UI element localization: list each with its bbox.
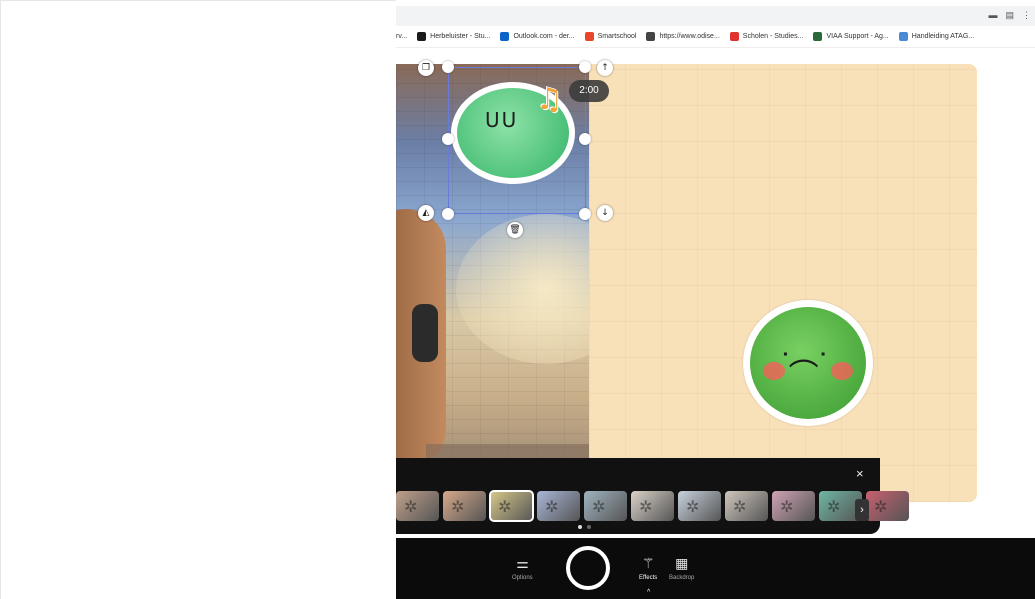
filter-thumbnail[interactable]: ✲ xyxy=(866,491,909,521)
more-icon[interactable]: ⋮ xyxy=(1022,10,1031,21)
resize-handle-top-right[interactable] xyxy=(579,61,591,73)
bookmark-item[interactable]: https://www.odise... xyxy=(646,32,720,41)
sticker-worried-face[interactable]: ᐧ︵ᐧ xyxy=(743,300,873,426)
backdrop-button[interactable]: ▦ Backdrop xyxy=(669,556,694,581)
bookmark-label: Outlook.com - der... xyxy=(513,33,575,40)
bookmarks-bar: rv... Herbeluister - Stu... Outlook.com - … xyxy=(396,26,1035,48)
bookmark-label: Smartschool xyxy=(597,33,637,40)
filter-thumbnail[interactable]: ✲ xyxy=(396,491,439,521)
bookmark-item[interactable]: rv... xyxy=(396,33,407,40)
send-backward-icon[interactable]: ↓ xyxy=(597,205,613,221)
bookmark-favicon-icon xyxy=(729,32,739,41)
duration-badge: 2:00 xyxy=(569,80,609,102)
palm-tree-icon: ✲ xyxy=(498,499,512,516)
camera-icon[interactable]: ▬ xyxy=(988,10,997,21)
options-label: Options xyxy=(512,575,533,581)
chevron-right-icon[interactable]: › xyxy=(855,499,869,521)
backdrop-label: Backdrop xyxy=(669,575,695,581)
palm-tree-icon: ✲ xyxy=(733,499,747,516)
bookmark-item[interactable]: VIAA Support - Ag... xyxy=(813,32,889,41)
palm-tree-icon: ✲ xyxy=(686,499,700,516)
palm-tree-icon: ✲ xyxy=(874,499,888,516)
palm-tree-icon: ✲ xyxy=(827,499,841,516)
camera-app: ▬ ▤ ⋮ rv... Herbeluister - Stu... Outlook.… xyxy=(396,0,1035,599)
blank-panel xyxy=(0,0,396,599)
filter-list: ✲ ✲ ✲ ✲ ✲ ✲ ✲ ✲ ✲ ✲ ✲ xyxy=(396,490,909,522)
bookmark-label: Scholen - Studies... xyxy=(742,33,804,40)
resize-handle-right[interactable] xyxy=(579,133,591,145)
filter-thumbnail[interactable]: ✲ xyxy=(772,491,815,521)
backdrop-paper xyxy=(589,64,977,502)
extensions-icon[interactable]: ▤ xyxy=(1005,10,1014,21)
filter-tray: × ✲ ✲ ✲ ✲ ✲ ✲ ✲ ✲ ✲ ✲ ✲ › xyxy=(396,458,909,534)
palm-tree-icon: ✲ xyxy=(639,499,653,516)
bookmark-item[interactable]: Outlook.com - der... xyxy=(500,32,575,41)
bookmark-favicon-icon xyxy=(898,32,908,41)
bookmark-label: Handleiding ATAG... xyxy=(911,33,975,40)
bookmark-label: rv... xyxy=(396,33,408,40)
selection-box[interactable] xyxy=(448,67,586,214)
palm-tree-icon: ✲ xyxy=(404,499,418,516)
filter-thumbnail[interactable]: ✲ xyxy=(489,490,534,522)
magic-wand-icon: ⚚ xyxy=(641,556,655,572)
resize-handle-bottom-left[interactable] xyxy=(442,208,454,220)
effects-button[interactable]: ⚚ Effects xyxy=(639,556,657,581)
duplicate-icon[interactable]: ❐ xyxy=(418,60,434,76)
filter-thumbnail[interactable]: ✲ xyxy=(537,491,580,521)
bookmark-label: VIAA Support - Ag... xyxy=(826,33,889,40)
effects-label: Effects xyxy=(639,575,658,581)
flip-icon[interactable]: ◭ xyxy=(418,205,434,221)
bookmark-item[interactable]: Scholen - Studies... xyxy=(729,32,804,41)
filter-thumbnail[interactable]: ✲ xyxy=(584,491,627,521)
page-dot[interactable] xyxy=(587,525,591,529)
browser-toolbar-icons: ▬ ▤ ⋮ xyxy=(988,10,1031,21)
bottom-toolbar: ⚌ Options ⚚ Effects ▦ Backdrop ^ xyxy=(396,538,1035,599)
bookmark-favicon-icon xyxy=(813,32,823,41)
resize-handle-left[interactable] xyxy=(442,133,454,145)
bookmark-item[interactable]: Smartschool xyxy=(584,32,637,41)
bookmark-label: Herbeluister - Stu... xyxy=(430,33,491,40)
close-icon[interactable]: × xyxy=(856,466,864,481)
resize-handle-top-left[interactable] xyxy=(442,61,454,73)
bring-forward-icon[interactable]: ↑ xyxy=(597,60,613,76)
sliders-icon: ⚌ xyxy=(516,556,529,572)
headphones xyxy=(412,304,438,362)
palm-tree-icon: ✲ xyxy=(780,499,794,516)
bookmark-favicon-icon xyxy=(417,32,427,41)
filter-thumbnail[interactable]: ✲ xyxy=(678,491,721,521)
filter-thumbnail[interactable]: ✲ xyxy=(631,491,674,521)
sticker-face-text: ᐧ︵ᐧ xyxy=(781,338,827,373)
delete-icon[interactable]: 🗑 xyxy=(507,222,523,238)
backdrop-icon: ▦ xyxy=(675,556,689,572)
page-indicator xyxy=(578,525,591,529)
bookmark-favicon-icon xyxy=(646,32,656,41)
palm-tree-icon: ✲ xyxy=(545,499,559,516)
palm-tree-icon: ✲ xyxy=(451,499,465,516)
filter-thumbnail[interactable]: ✲ xyxy=(443,491,486,521)
capture-button[interactable] xyxy=(566,546,610,590)
bookmark-item[interactable]: Herbeluister - Stu... xyxy=(417,32,490,41)
options-button[interactable]: ⚌ Options xyxy=(512,556,533,581)
resize-handle-bottom-right[interactable] xyxy=(579,208,591,220)
bookmark-favicon-icon xyxy=(584,32,594,41)
browser-tab-strip xyxy=(396,6,1035,26)
filter-thumbnail[interactable]: ✲ xyxy=(725,491,768,521)
page-dot[interactable] xyxy=(578,525,582,529)
bookmark-item[interactable]: Handleiding ATAG... xyxy=(898,32,975,41)
screen: ▬ ▤ ⋮ rv... Herbeluister - Stu... Outlook.… xyxy=(0,0,1035,599)
palm-tree-icon: ✲ xyxy=(592,499,606,516)
bookmark-label: https://www.odise... xyxy=(659,33,720,40)
bookmark-favicon-icon xyxy=(500,32,510,41)
chevron-up-icon: ^ xyxy=(647,589,651,596)
